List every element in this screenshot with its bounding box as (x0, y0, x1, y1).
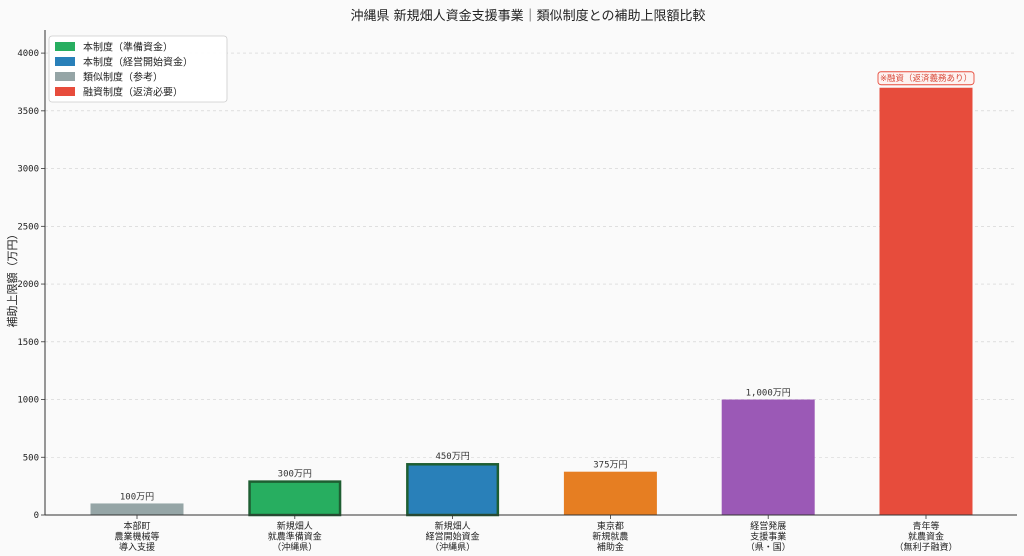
legend-swatch-2 (55, 72, 75, 81)
x-tick-label-5-line-2: （無利子融資） (894, 541, 957, 553)
legend-label-1: 本制度（経営開始資金） (83, 56, 193, 69)
x-tick-label-5-line-0: 青年等 (912, 520, 939, 532)
x-tick-label-1: 新規畑人就農準備資金（沖縄県） (268, 520, 322, 553)
x-tick-label-2-line-0: 新規畑人 (435, 520, 471, 532)
chart-title: 沖縄県 新規畑人資金支援事業｜類似制度との補助上限額比較 (350, 8, 705, 24)
x-tick-label-3-line-0: 東京都 (597, 520, 624, 532)
x-tick-label-4-line-1: 支援事業 (750, 531, 786, 543)
labels: 100万円本部町農業機械等導入支援300万円新規畑人就農準備資金（沖縄県）450… (114, 71, 975, 553)
legend-swatch-1 (55, 57, 75, 66)
legend-label-0: 本制度（準備資金） (83, 41, 173, 54)
x-tick-label-4-line-0: 経営発展 (750, 520, 786, 532)
bar-5 (879, 87, 973, 515)
legend-label-2: 類似制度（参考） (83, 71, 163, 84)
bar-chart: 沖縄県 新規畑人資金支援事業｜類似制度との補助上限額比較 補助上限額（万円） 0… (5, 8, 1017, 553)
legend-label-3: 融資制度（返済必要） (83, 86, 183, 99)
y-tick-label-6: 3000 (17, 165, 39, 175)
bars (90, 87, 973, 517)
legend: 本制度（準備資金） 本制度（経営開始資金） 類似制度（参考） 融資制度（返済必要） (48, 35, 228, 103)
y-tick-label-3: 1500 (17, 338, 39, 348)
x-tick-label-0-line-1: 農業機械等 (114, 531, 159, 543)
x-tick-label-3-line-2: 補助金 (597, 541, 624, 553)
x-tick-label-5-line-1: 就農資金 (908, 531, 944, 543)
x-tick-label-3: 東京都新規就農補助金 (592, 520, 628, 553)
value-label-3: 375万円 (593, 460, 627, 471)
axes: 0 500 1000 1500 2000 2500 3000 3500 4000 (17, 30, 1017, 521)
y-tick-label-8: 4000 (17, 49, 39, 59)
bar-4 (721, 399, 815, 515)
bar-3 (563, 471, 657, 515)
bar-2 (406, 463, 500, 517)
x-tick-label-4: 経営発展支援事業（県・国） (746, 520, 791, 553)
x-tick-label-2: 新規畑人経営開始資金（沖縄県） (426, 520, 480, 553)
x-tick-label-4-line-2: （県・国） (746, 542, 791, 553)
value-label-0: 100万円 (120, 491, 154, 502)
legend-swatch-3 (55, 87, 75, 96)
x-tick-label-1-line-2: （沖縄県） (272, 541, 317, 553)
y-tick-label-1: 500 (23, 453, 39, 463)
y-axis-label: 補助上限額（万円） (5, 229, 19, 328)
bar-0 (90, 503, 184, 515)
x-tick-label-0-line-2: 導入支援 (119, 541, 155, 553)
x-tick-label-5: 青年等就農資金（無利子融資） (894, 520, 957, 553)
x-tick-label-0: 本部町農業機械等導入支援 (114, 520, 159, 553)
x-tick-label-3-line-1: 新規就農 (592, 531, 628, 543)
x-tick-label-2-line-2: （沖縄県） (430, 541, 475, 553)
x-tick-label-2-line-1: 経営開始資金 (426, 531, 480, 543)
bar-1 (248, 480, 342, 517)
y-tick-label-5: 2500 (17, 222, 39, 232)
y-tick-label-7: 3500 (17, 107, 39, 117)
y-tick-label-0: 0 (34, 511, 39, 521)
y-tick-label-2: 1000 (17, 396, 39, 406)
x-tick-label-1-line-0: 新規畑人 (277, 520, 313, 532)
value-label-4: 1,000万円 (746, 388, 791, 399)
chart-root: 沖縄県 新規畑人資金支援事業｜類似制度との補助上限額比較 補助上限額（万円） 0… (0, 0, 1024, 556)
x-tick-label-0-line-0: 本部町 (123, 520, 150, 532)
grid-lines (45, 52, 1017, 458)
annotation-text: ※融資（返済義務あり） (880, 73, 972, 84)
x-tick-label-1-line-1: 就農準備資金 (268, 531, 322, 543)
y-tick-label-4: 2000 (17, 280, 39, 290)
value-label-2: 450万円 (435, 451, 469, 462)
legend-swatch-0 (55, 42, 75, 51)
value-label-1: 300万円 (278, 468, 312, 479)
